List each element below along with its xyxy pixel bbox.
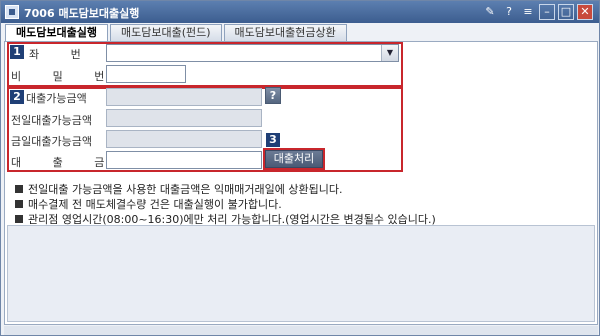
close-icon[interactable]: ✕ [577,4,593,20]
tab-loan-execution[interactable]: 매도담보대출실행 [5,24,108,41]
notice-item: 매수결제 전 매도체결수량 건은 대출실행이 불가합니다. [15,197,436,212]
tab-bar: 매도담보대출실행 매도담보대출(펀드) 매도담보대출현금상환 [5,24,347,41]
status-bar [4,326,598,335]
window-title: 7006 매도담보대출실행 [24,7,140,20]
section2-badge: 2 [10,90,24,104]
today-available-field [106,130,262,148]
bullet-icon [15,200,23,208]
help-button[interactable]: ? [265,87,281,104]
today-available-label: 금일대출가능금액 [11,135,92,148]
minimize-icon[interactable]: – [539,4,555,20]
app-icon [5,5,19,19]
password-field[interactable] [106,65,186,83]
loan-process-button[interactable]: 대출처리 [265,150,323,168]
message-area[interactable] [7,225,595,322]
prev-day-available-label: 전일대출가능금액 [11,114,92,127]
main-panel: 1 좌 번 호 ▼ 비 밀 번 호 2 대출가능금액 ? 전일대출가능금액 금일… [4,41,598,325]
section3-badge: 3 [266,133,280,147]
tab-loan-fund[interactable]: 매도담보대출(펀드) [109,24,222,41]
loan-amount-input[interactable] [106,151,262,169]
title-bar: 7006 매도담보대출실행 ✎ ? ≡ – □ ✕ [1,1,599,23]
notice-list: 전일대출 가능금액을 사용한 대출금액은 익매매거래일에 상환됩니다. 매수결제… [15,182,436,227]
pin-icon[interactable]: ✎ [482,4,498,20]
maximize-icon[interactable]: □ [558,4,574,20]
tab-cash-repayment[interactable]: 매도담보대출현금상환 [223,24,347,41]
account-select[interactable]: ▼ [106,44,399,62]
app-window: 7006 매도담보대출실행 ✎ ? ≡ – □ ✕ 매도담보대출실행 매도담보대… [0,0,600,336]
bullet-icon [15,215,23,223]
notice-text: 전일대출 가능금액을 사용한 대출금액은 익매매거래일에 상환됩니다. [28,183,343,196]
prev-day-available-field [106,109,262,127]
help-icon[interactable]: ? [501,4,517,20]
available-amount-field [106,88,262,106]
bullet-icon [15,185,23,193]
section1-badge: 1 [10,45,24,59]
chevron-down-icon[interactable]: ▼ [381,45,398,61]
available-amount-label: 대출가능금액 [26,92,87,105]
notice-text: 매수결제 전 매도체결수량 건은 대출실행이 불가합니다. [28,198,282,211]
notice-item: 전일대출 가능금액을 사용한 대출금액은 익매매거래일에 상환됩니다. [15,182,436,197]
menu-icon[interactable]: ≡ [520,4,536,20]
